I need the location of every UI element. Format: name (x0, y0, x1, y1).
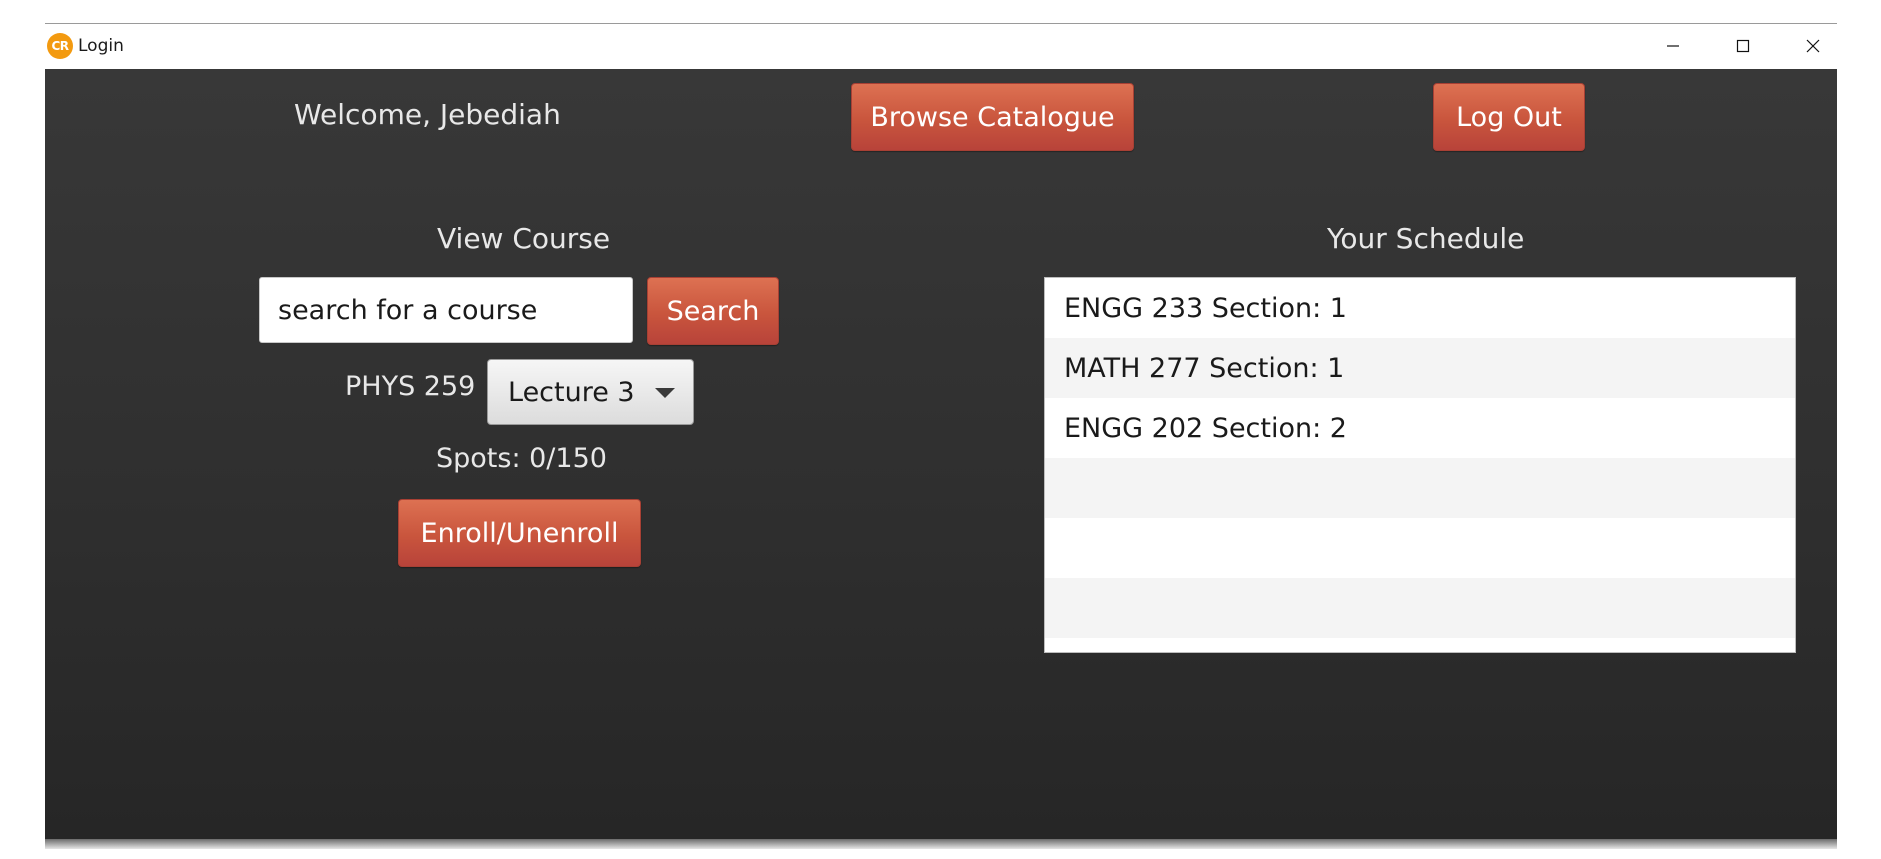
title-bar[interactable]: CR Login (45, 24, 1837, 68)
window-title: Login (78, 36, 124, 56)
window-bottom-edge (45, 839, 1837, 849)
course-search-input[interactable] (259, 277, 633, 343)
list-item[interactable] (1045, 458, 1795, 518)
spots-label: Spots: 0/150 (436, 443, 607, 474)
app-window: CR Login Welcome, Jebediah Browse Catalo… (45, 23, 1837, 849)
list-item[interactable]: ENGG 233 Section: 1 (1045, 278, 1795, 338)
course-code-label: PHYS 259 (345, 371, 476, 402)
list-item[interactable]: ENGG 202 Section: 2 (1045, 398, 1795, 458)
minimize-button[interactable] (1638, 24, 1708, 68)
close-button[interactable] (1778, 24, 1848, 68)
app-logo-icon: CR (47, 33, 73, 59)
log-out-button[interactable]: Log Out (1433, 83, 1585, 151)
list-item[interactable] (1045, 518, 1795, 578)
browse-catalogue-button[interactable]: Browse Catalogue (851, 83, 1134, 151)
view-course-heading: View Course (437, 222, 611, 255)
your-schedule-heading: Your Schedule (1327, 222, 1525, 255)
dropdown-arrow-icon (655, 388, 675, 398)
enroll-unenroll-button[interactable]: Enroll/Unenroll (398, 499, 641, 567)
section-select-value: Lecture 3 (508, 376, 635, 408)
maximize-button[interactable] (1708, 24, 1778, 68)
schedule-list[interactable]: ENGG 233 Section: 1 MATH 277 Section: 1 … (1044, 277, 1796, 653)
section-select[interactable]: Lecture 3 (487, 359, 694, 425)
maximize-icon (1736, 39, 1750, 53)
welcome-label: Welcome, Jebediah (294, 98, 561, 131)
list-item[interactable]: MATH 277 Section: 1 (1045, 338, 1795, 398)
list-item[interactable] (1045, 578, 1795, 638)
close-icon (1806, 39, 1820, 53)
main-content: Welcome, Jebediah Browse Catalogue Log O… (45, 69, 1837, 839)
minimize-icon (1667, 45, 1679, 47)
search-button[interactable]: Search (647, 277, 779, 345)
